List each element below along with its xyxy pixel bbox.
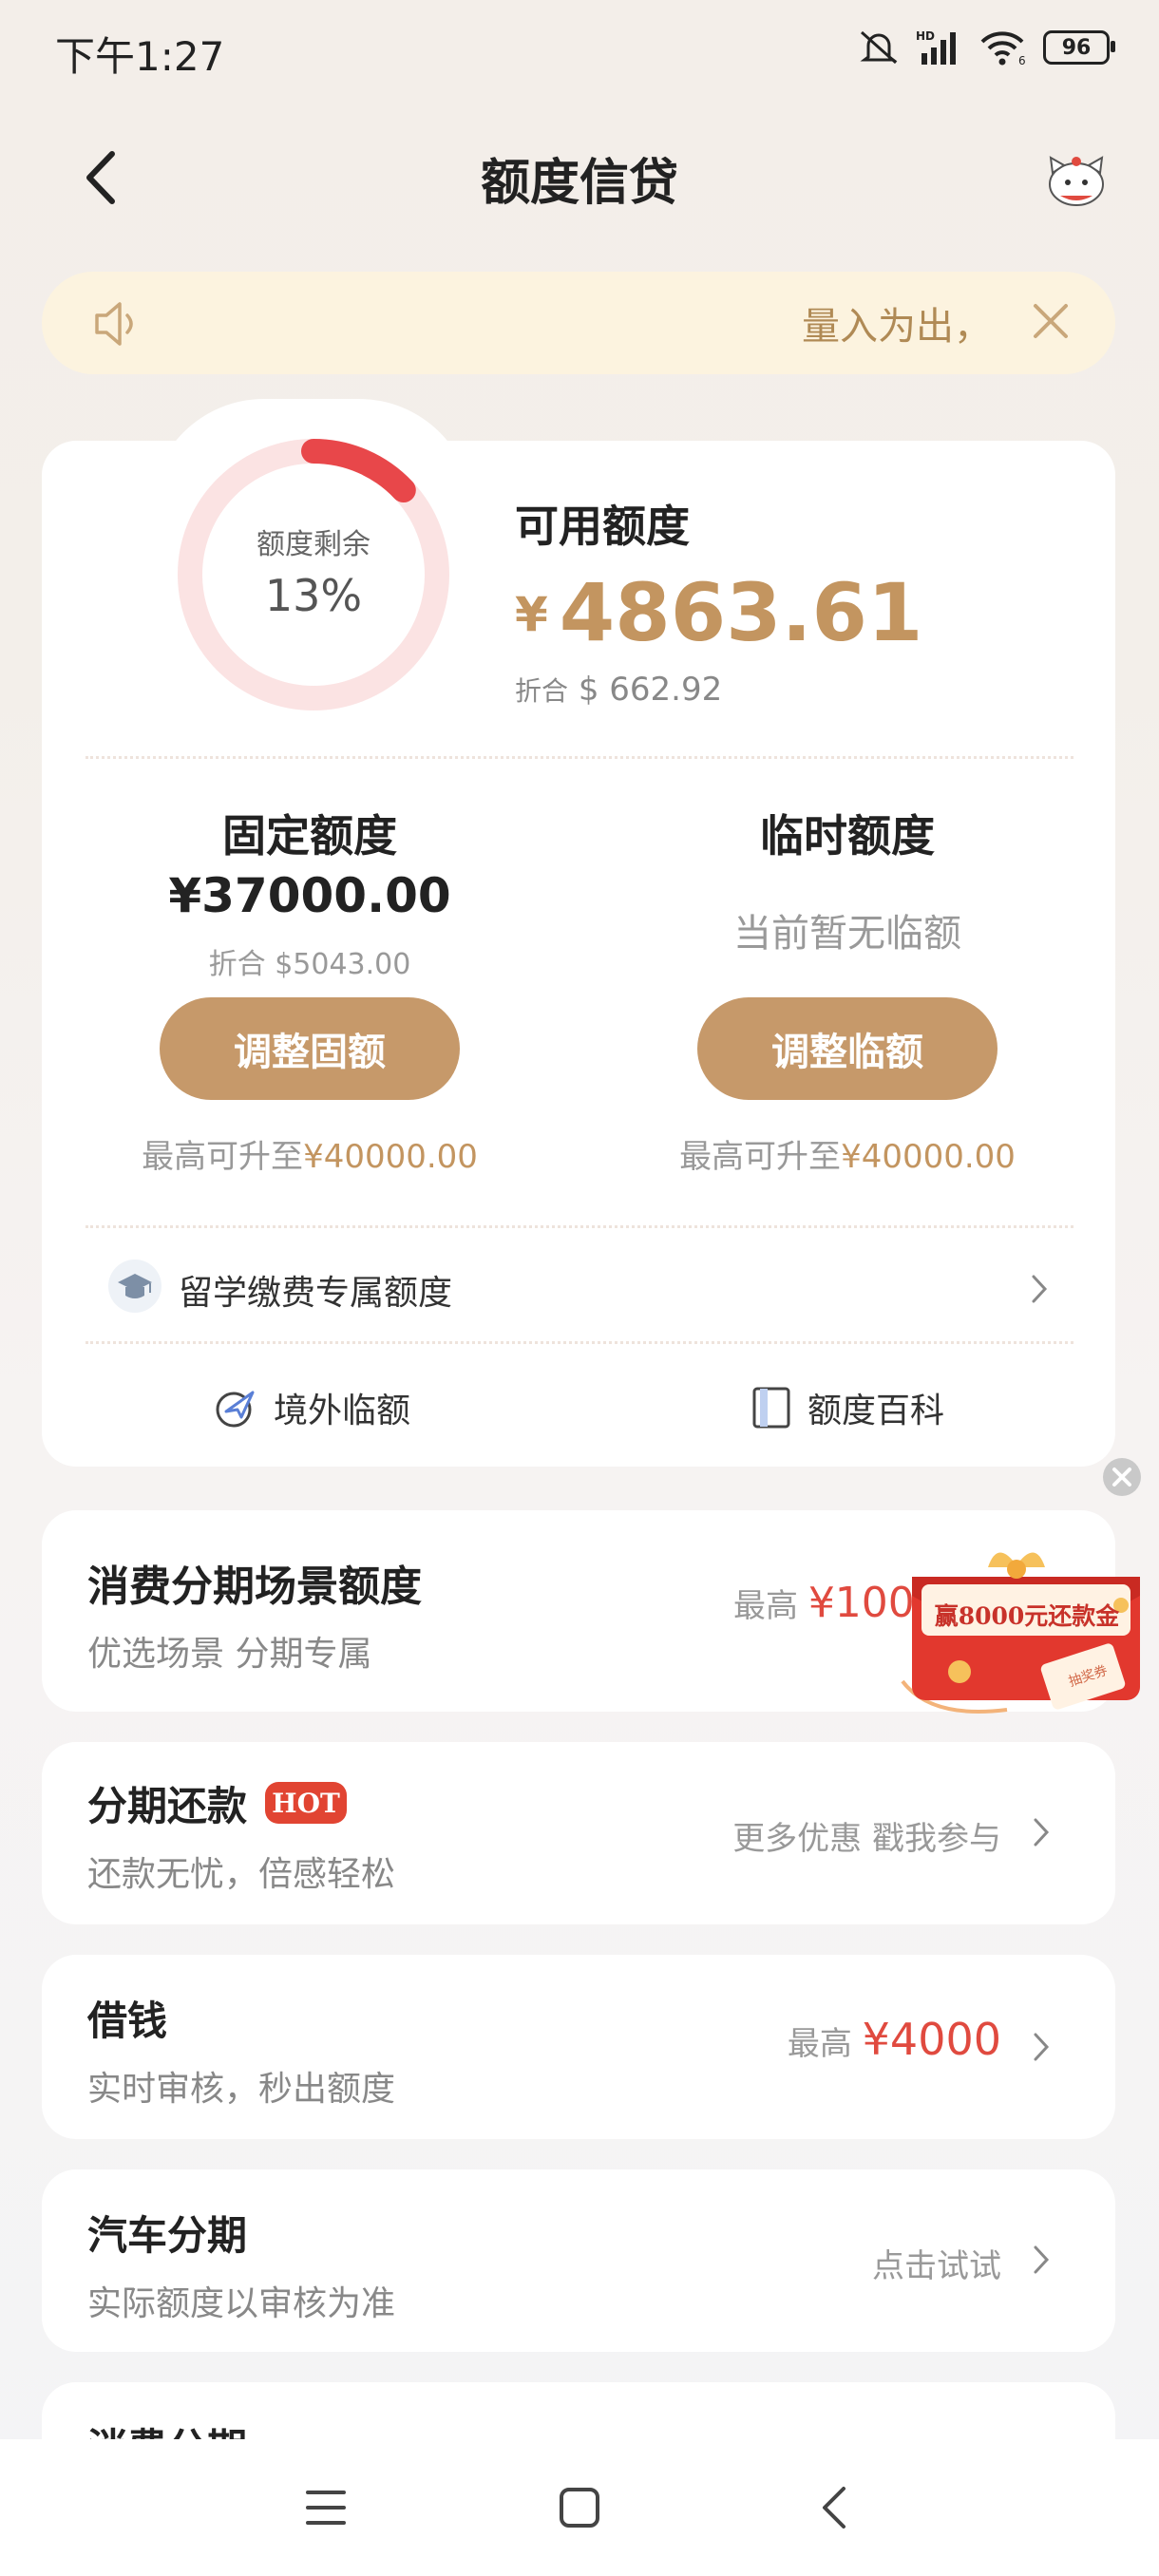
mute-bell-icon: [860, 30, 898, 65]
installment-repay-card[interactable]: 分期还款 HOT 还款无忧，倍感轻松 更多优惠 戳我参与: [42, 1742, 1115, 1924]
menu-icon[interactable]: [304, 2487, 348, 2529]
available-conversion: 折合 $ 662.92: [515, 671, 722, 709]
promo-red-packet[interactable]: 赢8000元还款金 抽奖券: [893, 1539, 1150, 1738]
status-time: 下午1:27: [55, 33, 225, 80]
home-icon[interactable]: [557, 2485, 602, 2530]
fixed-title: 固定额度: [222, 810, 397, 862]
signal-icon: HD: [916, 29, 956, 65]
borrow-title: 借钱: [87, 1998, 168, 2044]
promo-close-icon[interactable]: [1102, 1457, 1142, 1497]
scene-title: 消费分期场景额度: [87, 1563, 422, 1611]
divider: [86, 756, 1074, 759]
car-installment-card[interactable]: 汽车分期 实际额度以审核为准 点击试试: [42, 2169, 1115, 2352]
installment-repay-subtitle: 还款无忧，倍感轻松: [87, 1855, 396, 1894]
temp-title: 临时额度: [760, 810, 935, 862]
overseas-temp-label: 境外临额: [274, 1392, 411, 1430]
fixed-max-prefix: 最高可升至: [142, 1138, 304, 1176]
notice-bar[interactable]: 量入为出，: [42, 272, 1115, 374]
plane-globe-icon: [216, 1391, 255, 1428]
svg-text:6: 6: [1018, 54, 1026, 66]
car-installment-title: 汽车分期: [87, 2212, 248, 2259]
scene-subtitle: 优选场景 分期专属: [87, 1635, 372, 1674]
installment-repay-right: 更多优惠 戳我参与: [732, 1820, 1001, 1858]
installment-repay-title: 分期还款: [87, 1783, 248, 1829]
close-icon[interactable]: [1022, 293, 1079, 350]
chevron-right-icon: [1034, 2245, 1050, 2274]
gift-envelope-icon: [901, 1552, 1140, 1714]
fixed-amount: ¥37000.00: [168, 868, 451, 923]
chevron-right-icon: [1034, 1818, 1050, 1847]
available-label: 可用额度: [515, 501, 690, 552]
adjust-temp-button[interactable]: 调整临额: [697, 997, 998, 1100]
status-icons: HD 6 96: [857, 28, 1115, 66]
temp-max-prefix: 最高可升至: [679, 1138, 842, 1176]
chevron-right-icon: [1032, 1275, 1048, 1303]
study-quota-label: 留学缴费专属额度: [179, 1274, 453, 1313]
conversion-label: 折合: [515, 675, 569, 707]
temp-max-value: ¥40000.00: [841, 1138, 1016, 1176]
book-icon: [752, 1387, 790, 1429]
divider: [86, 1225, 1074, 1228]
hot-badge: HOT: [265, 1782, 347, 1824]
available-value: 4863.61: [559, 566, 923, 659]
temp-max: 最高可升至¥40000.00: [638, 1130, 1056, 1177]
fixed-max-value: ¥40000.00: [303, 1138, 478, 1176]
notice-text: 量入为出，: [802, 305, 992, 349]
car-installment-right: 点击试试: [872, 2247, 1001, 2285]
quota-wiki-link[interactable]: 额度百科: [750, 1383, 944, 1432]
mascot-avatar-icon[interactable]: [1043, 150, 1110, 209]
promo-text: 赢8000元还款金: [934, 1602, 1120, 1630]
battery-indicator: 96: [1043, 30, 1115, 65]
svg-text:HD: HD: [916, 29, 935, 43]
borrow-right: 最高 ¥4000: [788, 2014, 1001, 2065]
chevron-right-icon: [1034, 2033, 1050, 2061]
scene-right: 最高 ¥100: [733, 1579, 915, 1627]
back-nav-icon[interactable]: [815, 2483, 853, 2532]
overseas-temp-link[interactable]: 境外临额: [213, 1383, 410, 1432]
borrow-subtitle: 实时审核，秒出额度: [87, 2070, 396, 2109]
car-installment-subtitle: 实际额度以审核为准: [87, 2284, 396, 2323]
temp-none-text: 当前暂无临额: [733, 912, 961, 956]
system-nav-bar: [0, 2439, 1159, 2576]
borrow-card[interactable]: 借钱 实时审核，秒出额度 最高 ¥4000: [42, 1955, 1115, 2139]
adjust-fixed-button[interactable]: 调整固额: [160, 997, 460, 1100]
wifi-icon: 6: [980, 31, 1026, 66]
fixed-conversion: 折合 $5043.00: [208, 948, 411, 981]
scene-right-prefix: 最高: [733, 1587, 798, 1625]
quota-wiki-label: 额度百科: [808, 1392, 945, 1430]
borrow-right-value: ¥4000: [862, 2014, 1001, 2065]
fixed-max: 最高可升至¥40000.00: [101, 1130, 519, 1177]
available-amount: ¥4863.61: [515, 566, 922, 659]
study-quota-row[interactable]: 留学缴费专属额度: [108, 1260, 1058, 1316]
ring-percent: 13%: [264, 570, 363, 621]
conversion-currency: $: [578, 671, 599, 709]
conversion-value: 662.92: [609, 671, 723, 709]
speaker-icon: [95, 302, 133, 346]
currency-symbol: ¥: [515, 587, 548, 642]
page-title: 额度信贷: [480, 155, 678, 212]
borrow-right-prefix: 最高: [787, 2025, 852, 2063]
graduation-cap-icon: [108, 1260, 162, 1313]
ring-label: 额度剩余: [256, 528, 370, 561]
divider: [86, 1341, 1074, 1344]
